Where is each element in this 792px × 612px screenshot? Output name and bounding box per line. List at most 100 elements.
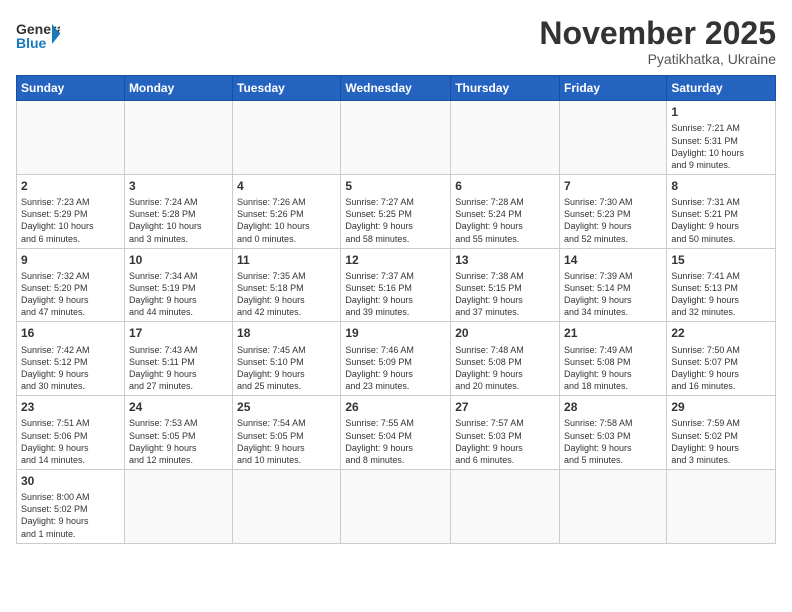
calendar-cell: 7 Sunrise: 7:30 AM Sunset: 5:23 PM Daylig… (560, 174, 667, 248)
day-info: Sunrise: 7:43 AM Sunset: 5:11 PM Dayligh… (129, 344, 228, 393)
calendar-cell: 26 Sunrise: 7:55 AM Sunset: 5:04 PM Dayli… (341, 396, 451, 470)
day-header-saturday: Saturday (667, 76, 776, 101)
day-number: 26 (345, 399, 446, 415)
day-number: 21 (564, 325, 662, 341)
day-number: 20 (455, 325, 555, 341)
day-info: Sunrise: 7:24 AM Sunset: 5:28 PM Dayligh… (129, 196, 228, 245)
day-info: Sunrise: 7:35 AM Sunset: 5:18 PM Dayligh… (237, 270, 336, 319)
day-number: 7 (564, 178, 662, 194)
day-number: 3 (129, 178, 228, 194)
calendar-table: SundayMondayTuesdayWednesdayThursdayFrid… (16, 75, 776, 544)
day-number: 8 (671, 178, 771, 194)
calendar-week-row: 30 Sunrise: 8:00 AM Sunset: 5:02 PM Dayli… (17, 469, 776, 543)
calendar-cell: 30 Sunrise: 8:00 AM Sunset: 5:02 PM Dayli… (17, 469, 125, 543)
calendar-cell: 27 Sunrise: 7:57 AM Sunset: 5:03 PM Dayli… (451, 396, 560, 470)
day-info: Sunrise: 7:45 AM Sunset: 5:10 PM Dayligh… (237, 344, 336, 393)
day-info: Sunrise: 7:26 AM Sunset: 5:26 PM Dayligh… (237, 196, 336, 245)
calendar-week-row: 16Sunrise: 7:42 AM Sunset: 5:12 PM Dayli… (17, 322, 776, 396)
day-number: 27 (455, 399, 555, 415)
calendar-cell: 14 Sunrise: 7:39 AM Sunset: 5:14 PM Dayli… (560, 248, 667, 322)
day-number: 12 (345, 252, 446, 268)
day-info: Sunrise: 7:41 AM Sunset: 5:13 PM Dayligh… (671, 270, 771, 319)
day-number: 25 (237, 399, 336, 415)
calendar-week-row: 23Sunrise: 7:51 AM Sunset: 5:06 PM Dayli… (17, 396, 776, 470)
day-header-tuesday: Tuesday (233, 76, 341, 101)
calendar-cell (233, 101, 341, 175)
day-info: Sunrise: 7:53 AM Sunset: 5:05 PM Dayligh… (129, 417, 228, 466)
day-number: 6 (455, 178, 555, 194)
day-number: 4 (237, 178, 336, 194)
title-area: November 2025 Pyatikhatka, Ukraine (539, 16, 776, 67)
calendar-cell (451, 469, 560, 543)
day-number: 11 (237, 252, 336, 268)
day-number: 1 (671, 104, 771, 120)
calendar-cell: 20 Sunrise: 7:48 AM Sunset: 5:08 PM Dayli… (451, 322, 560, 396)
day-info: Sunrise: 7:37 AM Sunset: 5:16 PM Dayligh… (345, 270, 446, 319)
day-number: 13 (455, 252, 555, 268)
calendar-cell: 23Sunrise: 7:51 AM Sunset: 5:06 PM Dayli… (17, 396, 125, 470)
day-info: Sunrise: 7:50 AM Sunset: 5:07 PM Dayligh… (671, 344, 771, 393)
calendar-cell: 19Sunrise: 7:46 AM Sunset: 5:09 PM Dayli… (341, 322, 451, 396)
day-info: Sunrise: 7:46 AM Sunset: 5:09 PM Dayligh… (345, 344, 446, 393)
day-header-wednesday: Wednesday (341, 76, 451, 101)
day-info: Sunrise: 7:21 AM Sunset: 5:31 PM Dayligh… (671, 122, 771, 171)
day-number: 10 (129, 252, 228, 268)
calendar-cell (560, 469, 667, 543)
day-info: Sunrise: 7:31 AM Sunset: 5:21 PM Dayligh… (671, 196, 771, 245)
day-info: Sunrise: 7:57 AM Sunset: 5:03 PM Dayligh… (455, 417, 555, 466)
day-number: 30 (21, 473, 120, 489)
calendar-cell: 10Sunrise: 7:34 AM Sunset: 5:19 PM Dayli… (124, 248, 232, 322)
day-number: 2 (21, 178, 120, 194)
calendar-week-row: 9 Sunrise: 7:32 AM Sunset: 5:20 PM Daylig… (17, 248, 776, 322)
calendar-cell: 24 Sunrise: 7:53 AM Sunset: 5:05 PM Dayli… (124, 396, 232, 470)
calendar-cell: 9 Sunrise: 7:32 AM Sunset: 5:20 PM Daylig… (17, 248, 125, 322)
calendar-week-row: 2 Sunrise: 7:23 AM Sunset: 5:29 PM Daylig… (17, 174, 776, 248)
day-number: 28 (564, 399, 662, 415)
day-info: Sunrise: 7:55 AM Sunset: 5:04 PM Dayligh… (345, 417, 446, 466)
calendar-cell (341, 469, 451, 543)
calendar-cell (17, 101, 125, 175)
calendar-cell: 12 Sunrise: 7:37 AM Sunset: 5:16 PM Dayli… (341, 248, 451, 322)
day-header-sunday: Sunday (17, 76, 125, 101)
calendar-cell: 4 Sunrise: 7:26 AM Sunset: 5:26 PM Daylig… (233, 174, 341, 248)
calendar-cell: 22Sunrise: 7:50 AM Sunset: 5:07 PM Dayli… (667, 322, 776, 396)
day-info: Sunrise: 7:59 AM Sunset: 5:02 PM Dayligh… (671, 417, 771, 466)
calendar-week-row: 1 Sunrise: 7:21 AM Sunset: 5:31 PM Daylig… (17, 101, 776, 175)
day-info: Sunrise: 7:38 AM Sunset: 5:15 PM Dayligh… (455, 270, 555, 319)
month-title: November 2025 (539, 16, 776, 51)
day-info: Sunrise: 7:49 AM Sunset: 5:08 PM Dayligh… (564, 344, 662, 393)
calendar-cell (560, 101, 667, 175)
day-number: 29 (671, 399, 771, 415)
calendar-cell: 1 Sunrise: 7:21 AM Sunset: 5:31 PM Daylig… (667, 101, 776, 175)
day-number: 14 (564, 252, 662, 268)
day-info: Sunrise: 7:42 AM Sunset: 5:12 PM Dayligh… (21, 344, 120, 393)
calendar-header-row: SundayMondayTuesdayWednesdayThursdayFrid… (17, 76, 776, 101)
day-info: Sunrise: 7:39 AM Sunset: 5:14 PM Dayligh… (564, 270, 662, 319)
day-header-friday: Friday (560, 76, 667, 101)
day-info: Sunrise: 7:32 AM Sunset: 5:20 PM Dayligh… (21, 270, 120, 319)
day-info: Sunrise: 7:28 AM Sunset: 5:24 PM Dayligh… (455, 196, 555, 245)
day-number: 18 (237, 325, 336, 341)
calendar-cell (451, 101, 560, 175)
day-info: Sunrise: 7:23 AM Sunset: 5:29 PM Dayligh… (21, 196, 120, 245)
calendar-cell (667, 469, 776, 543)
day-info: Sunrise: 7:54 AM Sunset: 5:05 PM Dayligh… (237, 417, 336, 466)
day-info: Sunrise: 7:51 AM Sunset: 5:06 PM Dayligh… (21, 417, 120, 466)
calendar-cell: 3 Sunrise: 7:24 AM Sunset: 5:28 PM Daylig… (124, 174, 232, 248)
day-number: 5 (345, 178, 446, 194)
calendar-cell: 18 Sunrise: 7:45 AM Sunset: 5:10 PM Dayli… (233, 322, 341, 396)
day-number: 9 (21, 252, 120, 268)
calendar-cell: 8 Sunrise: 7:31 AM Sunset: 5:21 PM Daylig… (667, 174, 776, 248)
calendar-cell: 29 Sunrise: 7:59 AM Sunset: 5:02 PM Dayli… (667, 396, 776, 470)
day-info: Sunrise: 7:58 AM Sunset: 5:03 PM Dayligh… (564, 417, 662, 466)
day-header-monday: Monday (124, 76, 232, 101)
day-info: Sunrise: 7:48 AM Sunset: 5:08 PM Dayligh… (455, 344, 555, 393)
calendar-cell (124, 469, 232, 543)
location-subtitle: Pyatikhatka, Ukraine (539, 51, 776, 67)
calendar-cell: 5Sunrise: 7:27 AM Sunset: 5:25 PM Daylig… (341, 174, 451, 248)
day-number: 24 (129, 399, 228, 415)
day-info: Sunrise: 7:30 AM Sunset: 5:23 PM Dayligh… (564, 196, 662, 245)
day-info: Sunrise: 8:00 AM Sunset: 5:02 PM Dayligh… (21, 491, 120, 540)
calendar-cell: 28 Sunrise: 7:58 AM Sunset: 5:03 PM Dayli… (560, 396, 667, 470)
calendar-cell: 13 Sunrise: 7:38 AM Sunset: 5:15 PM Dayli… (451, 248, 560, 322)
